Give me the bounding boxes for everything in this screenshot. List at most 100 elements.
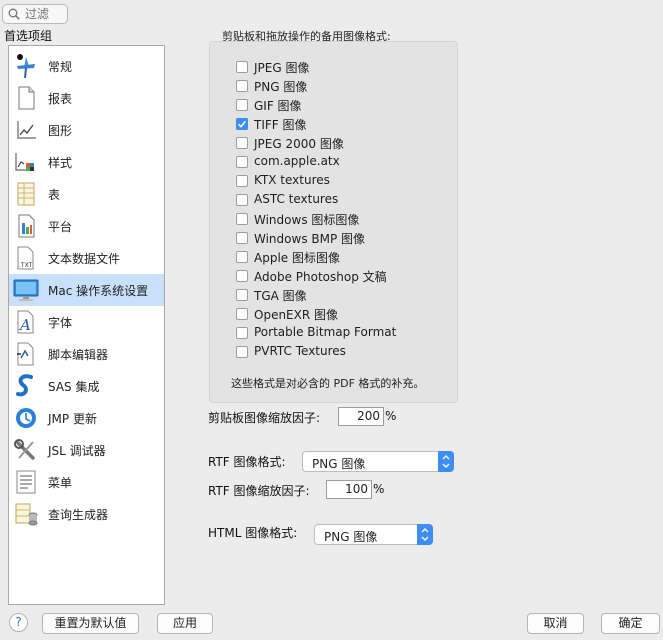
sidebar-item-label: 报表 <box>48 92 73 106</box>
format-option-label: PVRTC Textures <box>254 344 346 358</box>
script-editor-icon <box>17 342 34 366</box>
apply-button[interactable]: 应用 <box>157 613 213 634</box>
clipboard-scale-unit: % <box>385 409 397 423</box>
preference-groups-list[interactable]: 常规 报表 图形 样式 表 平台 .TXT 文本数据文件 Mac 操作系统设置 … <box>8 45 165 605</box>
checkbox[interactable] <box>236 156 248 168</box>
sidebar-item-report[interactable]: 报表 <box>9 82 164 114</box>
checkbox[interactable] <box>236 308 248 320</box>
rtf-format-label: RTF 图像格式: <box>208 455 286 469</box>
format-option-label: ASTC textures <box>254 192 339 206</box>
sidebar-item-label: 平台 <box>48 220 73 234</box>
rtf-format-popup[interactable]: PNG 图像 <box>302 451 454 472</box>
ok-button[interactable]: 确定 <box>601 613 660 634</box>
format-option-label: OpenEXR 图像 <box>254 308 339 322</box>
style-icon <box>15 153 34 171</box>
updown-chevron-icon <box>417 524 433 545</box>
sidebar-item-label: 常规 <box>48 60 73 74</box>
sidebar-item-query-builder[interactable]: 查询生成器 <box>9 498 164 530</box>
sidebar-item-text-data-file[interactable]: .TXT 文本数据文件 <box>9 242 164 274</box>
checkbox[interactable] <box>236 251 248 263</box>
preference-groups-title: 首选项组 <box>4 29 53 43</box>
cancel-button[interactable]: 取消 <box>527 613 584 634</box>
format-option-label: Adobe Photoshop 文稿 <box>254 270 387 284</box>
sidebar-item-mac-os-settings[interactable]: Mac 操作系统设置 <box>9 274 164 306</box>
checkbox[interactable] <box>236 194 248 206</box>
html-format-label: HTML 图像格式: <box>208 526 298 540</box>
formats-group-box: JPEG 图像 PNG 图像 GIF 图像 TIFF 图像 JPEG 2000 … <box>209 41 458 403</box>
menu-icon <box>16 470 36 494</box>
wrench-icon <box>14 439 35 460</box>
monitor-icon <box>13 279 39 301</box>
sidebar-item-script-editor[interactable]: 脚本编辑器 <box>9 338 164 370</box>
svg-text:.TXT: .TXT <box>19 262 33 269</box>
checkbox[interactable] <box>236 346 248 358</box>
table-icon <box>17 182 35 206</box>
rtf-format-value: PNG 图像 <box>312 457 366 471</box>
sidebar-item-font[interactable]: A 字体 <box>9 306 164 338</box>
sidebar-item-menu[interactable]: 菜单 <box>9 466 164 498</box>
rtf-scale-input[interactable]: 100 <box>326 480 372 499</box>
sidebar-item-label: SAS 集成 <box>48 380 100 394</box>
sidebar-item-label: 表 <box>48 188 61 202</box>
sidebar-item-label: 样式 <box>48 156 73 170</box>
sidebar-item-table[interactable]: 表 <box>9 178 164 210</box>
sidebar-item-label: 字体 <box>48 316 73 330</box>
format-option-label: com.apple.atx <box>254 154 340 168</box>
sidebar-item-jsl-debugger[interactable]: JSL 调试器 <box>9 434 164 466</box>
sidebar-item-sas-integration[interactable]: SAS 集成 <box>9 370 164 402</box>
query-builder-icon <box>15 503 38 526</box>
format-option-label: JPEG 图像 <box>254 61 310 75</box>
sidebar-item-general[interactable]: 常规 <box>9 50 164 82</box>
formats-note: 这些格式是对必含的 PDF 格式的补充。 <box>231 377 425 390</box>
format-option-label: Windows BMP 图像 <box>254 232 366 246</box>
sidebar-item-label: 文本数据文件 <box>48 252 121 266</box>
format-option-label: TIFF 图像 <box>254 118 307 132</box>
checkbox[interactable] <box>236 270 248 282</box>
help-button[interactable]: ? <box>9 613 28 632</box>
checkbox[interactable] <box>236 61 248 73</box>
report-page-icon <box>18 86 35 110</box>
sidebar-item-label: 菜单 <box>48 476 73 490</box>
checkmark-icon <box>236 118 248 130</box>
search-icon <box>8 8 20 20</box>
sidebar-item-platform[interactable]: 平台 <box>9 210 164 242</box>
format-option-label: TGA 图像 <box>254 289 307 303</box>
sidebar-item-label: JMP 更新 <box>48 412 97 426</box>
format-option-label: KTX textures <box>254 173 330 187</box>
updown-chevron-icon <box>438 451 454 472</box>
sidebar-item-label: 脚本编辑器 <box>48 348 109 362</box>
txt-file-icon: .TXT <box>17 246 34 270</box>
checkbox-checked[interactable] <box>236 118 248 130</box>
clipboard-scale-input[interactable]: 200 <box>338 407 384 426</box>
sidebar-item-label: 查询生成器 <box>48 508 109 522</box>
format-option-label: Windows 图标图像 <box>254 213 360 227</box>
sidebar-item-style[interactable]: 样式 <box>9 146 164 178</box>
reset-defaults-button[interactable]: 重置为默认值 <box>42 613 139 634</box>
html-format-popup[interactable]: PNG 图像 <box>314 524 433 545</box>
html-format-value: PNG 图像 <box>324 530 378 544</box>
format-option-label: JPEG 2000 图像 <box>254 137 344 151</box>
checkbox[interactable] <box>236 232 248 244</box>
checkbox[interactable] <box>236 213 248 225</box>
sidebar-item-graph[interactable]: 图形 <box>9 114 164 146</box>
rtf-scale-unit: % <box>373 482 385 496</box>
graph-icon <box>17 121 36 139</box>
checkbox[interactable] <box>236 289 248 301</box>
pushpin-icon <box>17 54 35 78</box>
checkbox[interactable] <box>236 327 248 339</box>
checkbox[interactable] <box>236 175 248 187</box>
format-option-label: Portable Bitmap Format <box>254 325 397 339</box>
rtf-scale-label: RTF 图像缩放因子: <box>208 484 310 498</box>
clipboard-scale-label: 剪贴板图像缩放因子: <box>208 411 321 425</box>
checkbox[interactable] <box>236 137 248 149</box>
sidebar-item-label: Mac 操作系统设置 <box>48 284 149 298</box>
format-option-label: PNG 图像 <box>254 80 308 94</box>
sidebar-item-label: JSL 调试器 <box>48 444 106 458</box>
jmp-update-icon <box>16 408 36 428</box>
sidebar-item-label: 图形 <box>48 124 73 138</box>
checkbox[interactable] <box>236 99 248 111</box>
search-input[interactable] <box>25 6 65 22</box>
checkbox[interactable] <box>236 80 248 92</box>
sidebar-item-jmp-update[interactable]: JMP 更新 <box>9 402 164 434</box>
search-field[interactable] <box>2 4 68 24</box>
